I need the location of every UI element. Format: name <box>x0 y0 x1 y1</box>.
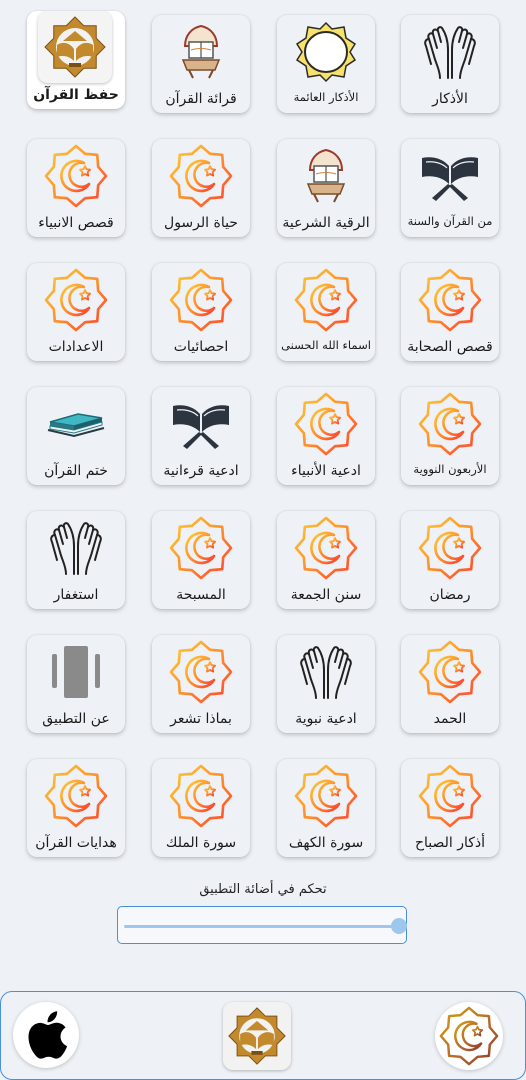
tile-25[interactable]: أذكار الصباح <box>401 759 499 857</box>
praying-hands-icon <box>418 20 482 84</box>
praying-hands-icon <box>294 640 358 704</box>
crescent-star-icon <box>294 392 358 456</box>
tile-17[interactable]: رمضان <box>401 511 499 609</box>
tile-label: الاعدادات <box>48 339 104 355</box>
praying-hands-icon <box>44 516 108 580</box>
tile-label: سورة الملك <box>165 835 237 851</box>
tile-28[interactable]: هدايات القرآن <box>27 759 125 857</box>
crescent-star-icon <box>169 516 233 580</box>
crescent-star-icon <box>44 268 108 332</box>
slider-track[interactable] <box>124 925 396 928</box>
crescent-star-icon <box>294 516 358 580</box>
crescent-star-gold-icon[interactable] <box>435 1002 503 1070</box>
tile-22[interactable]: ادعية نبوية <box>277 635 375 733</box>
tile-label: أذكار الصباح <box>414 835 486 851</box>
tile-21[interactable]: الحمد <box>401 635 499 733</box>
crescent-star-icon <box>169 640 233 704</box>
tile-11[interactable]: احصائيات <box>152 263 250 361</box>
tile-label: هدايات القرآن <box>35 835 117 851</box>
tile-label: قصص الصحابة <box>407 339 493 355</box>
tile-label: المسبحة <box>176 587 226 603</box>
tile-13[interactable]: الأربعون النووية <box>401 387 499 485</box>
app-info-icon <box>44 640 108 704</box>
closed-quran-icon <box>44 392 108 456</box>
crescent-star-icon <box>418 764 482 828</box>
tile-19[interactable]: المسبحة <box>152 511 250 609</box>
tile-16[interactable]: ختم القرآن <box>27 387 125 485</box>
tile-label: الرقية الشرعية <box>282 215 370 231</box>
tile-label: الأذكار <box>432 91 468 107</box>
tile-label: من القرآن والسنة <box>407 214 493 228</box>
tile-26[interactable]: سورة الكهف <box>277 759 375 857</box>
crescent-star-icon <box>169 268 233 332</box>
tile-10[interactable]: اسماء الله الحسنى <box>277 263 375 361</box>
brightness-slider[interactable] <box>117 906 407 944</box>
tile-label: عن التطبيق <box>42 711 110 727</box>
tile-label: قصص الانبياء <box>38 215 114 231</box>
tile-label: ادعية نبوية <box>295 711 357 727</box>
tile-7[interactable]: حياة الرسول <box>152 139 250 237</box>
crescent-star-icon <box>418 516 482 580</box>
tile-15[interactable]: ادعية قرءانية <box>152 387 250 485</box>
ornamental-frame-icon <box>294 20 358 84</box>
tile-label: ختم القرآن <box>44 463 108 479</box>
tile-27[interactable]: سورة الملك <box>152 759 250 857</box>
tile-18[interactable]: سنن الجمعة <box>277 511 375 609</box>
crescent-star-icon <box>169 764 233 828</box>
tile-label: رمضان <box>429 587 471 603</box>
tile-label: سورة الكهف <box>288 835 364 851</box>
feature-grid: الأذكار الأذكار العائمة قرائة القرآن حفظ ال… <box>0 0 526 870</box>
tile-2[interactable]: الأذكار العائمة <box>277 15 375 113</box>
tile-label: حفظ القرآن <box>33 87 119 103</box>
crescent-star-icon <box>418 268 482 332</box>
quran-memorization-logo-icon <box>38 11 112 83</box>
tile-23[interactable]: بماذا تشعر <box>152 635 250 733</box>
tile-5[interactable]: من القرآن والسنة <box>401 139 499 237</box>
tile-24[interactable]: عن التطبيق <box>27 635 125 733</box>
tile-label: سنن الجمعة <box>290 587 362 603</box>
tile-12[interactable]: الاعدادات <box>27 263 125 361</box>
tile-label: الأربعون النووية <box>413 462 487 476</box>
open-quran-icon <box>169 392 233 456</box>
quran-stand-icon <box>294 144 358 208</box>
crescent-star-icon <box>44 764 108 828</box>
tile-label: حياة الرسول <box>164 215 238 231</box>
tile-14[interactable]: ادعية الأنبياء <box>277 387 375 485</box>
slider-thumb[interactable] <box>391 918 407 934</box>
tile-6[interactable]: الرقية الشرعية <box>277 139 375 237</box>
quran-memorization-logo-icon[interactable] <box>223 1002 291 1070</box>
crescent-star-icon <box>418 640 482 704</box>
crescent-star-icon <box>294 268 358 332</box>
tile-label: ادعية قرءانية <box>163 463 239 479</box>
tile-9[interactable]: قصص الصحابة <box>401 263 499 361</box>
tile-label: قرائة القرآن <box>165 91 237 107</box>
crescent-star-icon <box>169 144 233 208</box>
tile-4[interactable]: حفظ القرآن <box>27 11 125 109</box>
tile-label: ادعية الأنبياء <box>291 463 361 479</box>
brightness-label: تحكم في أضائة التطبيق <box>199 882 327 897</box>
crescent-star-icon <box>294 764 358 828</box>
tile-label: بماذا تشعر <box>170 711 232 727</box>
crescent-star-icon <box>418 392 482 456</box>
quran-stand-icon <box>169 20 233 84</box>
tile-8[interactable]: قصص الانبياء <box>27 139 125 237</box>
crescent-star-icon <box>44 144 108 208</box>
tile-1[interactable]: الأذكار <box>401 15 499 113</box>
tile-3[interactable]: قرائة القرآن <box>152 15 250 113</box>
tile-20[interactable]: استغفار <box>27 511 125 609</box>
apple-logo-icon[interactable] <box>13 1002 79 1068</box>
open-quran-icon <box>418 144 482 208</box>
tile-label: الأذكار العائمة <box>293 90 359 104</box>
tile-label: اسماء الله الحسنى <box>281 338 371 352</box>
bottom-bar <box>0 991 526 1080</box>
tile-label: الحمد <box>433 711 467 727</box>
tile-label: استغفار <box>53 587 99 603</box>
tile-label: احصائيات <box>173 339 229 355</box>
